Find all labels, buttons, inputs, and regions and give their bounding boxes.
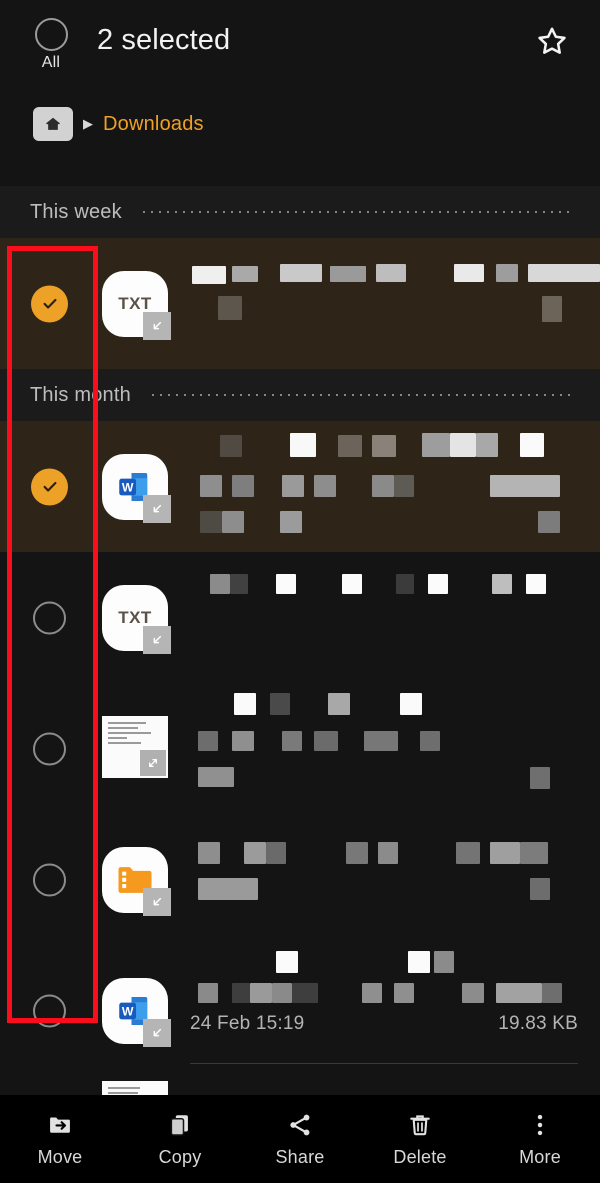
row-content-redacted bbox=[190, 421, 578, 552]
delete-label: Delete bbox=[393, 1147, 447, 1167]
section-dotted-rule bbox=[139, 211, 570, 213]
section-header-this-week: This week bbox=[0, 186, 600, 238]
circle-unchecked-icon[interactable] bbox=[34, 18, 68, 51]
download-arrow-icon bbox=[153, 321, 162, 329]
download-badge-icon bbox=[143, 625, 171, 654]
table-row[interactable]: W bbox=[0, 421, 600, 552]
home-folder-icon[interactable] bbox=[33, 107, 73, 141]
section-label: This week bbox=[30, 200, 122, 223]
row-content-redacted bbox=[190, 238, 600, 369]
share-icon bbox=[286, 1110, 314, 1140]
move-button[interactable]: Move bbox=[0, 1095, 120, 1183]
file-type-label: TXT bbox=[118, 607, 152, 627]
check-glyph-icon bbox=[43, 481, 57, 492]
row-checkbox[interactable] bbox=[31, 285, 68, 322]
row-content-redacted bbox=[190, 683, 578, 814]
copy-icon bbox=[166, 1110, 194, 1140]
move-to-folder-icon bbox=[46, 1110, 74, 1140]
row-checkbox[interactable] bbox=[31, 599, 68, 636]
download-arrow-icon bbox=[153, 897, 162, 905]
action-toolbar: Move Copy Share Delete More bbox=[0, 1095, 600, 1183]
download-arrow-icon bbox=[153, 1028, 162, 1036]
download-badge-icon bbox=[143, 311, 171, 340]
favorite-button[interactable] bbox=[530, 20, 574, 64]
row-checkbox[interactable] bbox=[31, 992, 68, 1029]
download-badge-icon bbox=[143, 1018, 171, 1047]
section-dotted-rule bbox=[148, 394, 570, 396]
expand-badge-icon bbox=[140, 749, 166, 776]
checkbox-checked-icon bbox=[31, 285, 68, 322]
breadcrumb: ▶ Downloads bbox=[0, 96, 600, 152]
word-file-icon: W bbox=[102, 453, 171, 523]
checkbox-checked-icon bbox=[31, 468, 68, 505]
row-content-redacted bbox=[190, 552, 578, 683]
checkbox-unchecked-icon bbox=[33, 994, 66, 1027]
select-all-label: All bbox=[41, 54, 61, 71]
delete-button[interactable]: Delete bbox=[360, 1095, 480, 1183]
row-size: 19.83 KB bbox=[498, 1013, 578, 1034]
expand-arrows-icon bbox=[149, 758, 157, 767]
home-glyph-icon bbox=[46, 117, 60, 130]
copy-button[interactable]: Copy bbox=[120, 1095, 240, 1183]
table-row[interactable] bbox=[0, 814, 600, 945]
download-badge-icon bbox=[143, 494, 171, 523]
download-badge-icon bbox=[143, 887, 171, 916]
star-outline-icon bbox=[538, 27, 566, 54]
file-manager-screen: All 2 selected ▶ Downloads This week TXT… bbox=[0, 0, 600, 1183]
table-row[interactable]: TXT bbox=[0, 238, 600, 369]
share-button[interactable]: Share bbox=[240, 1095, 360, 1183]
row-checkbox[interactable] bbox=[31, 468, 68, 505]
svg-text:W: W bbox=[122, 1004, 134, 1018]
row-checkbox[interactable] bbox=[31, 730, 68, 767]
copy-label: Copy bbox=[158, 1147, 202, 1167]
row-divider bbox=[190, 1063, 578, 1064]
download-arrow-icon bbox=[153, 635, 162, 643]
more-button[interactable]: More bbox=[480, 1095, 600, 1183]
svg-text:W: W bbox=[122, 480, 134, 494]
section-header-this-month: This month bbox=[0, 369, 600, 421]
share-label: Share bbox=[275, 1147, 325, 1167]
checkbox-unchecked-icon bbox=[33, 863, 66, 896]
section-label: This month bbox=[30, 383, 131, 406]
row-checkbox[interactable] bbox=[31, 861, 68, 898]
trash-icon bbox=[406, 1110, 434, 1140]
document-thumbnail-icon bbox=[102, 715, 168, 782]
archive-folder-icon bbox=[102, 846, 171, 916]
word-file-icon: W bbox=[102, 977, 171, 1047]
select-all-toggle[interactable]: All bbox=[30, 18, 72, 71]
table-row[interactable]: W 24 Feb 15:19 19.83 KB bbox=[0, 945, 600, 1076]
txt-file-icon: TXT bbox=[102, 584, 171, 654]
more-label: More bbox=[519, 1147, 561, 1167]
app-bar: All 2 selected bbox=[0, 0, 600, 92]
row-content-redacted bbox=[190, 814, 578, 945]
checkbox-unchecked-icon bbox=[33, 732, 66, 765]
check-glyph-icon bbox=[43, 298, 57, 309]
move-label: Move bbox=[37, 1147, 83, 1167]
table-row[interactable] bbox=[0, 683, 600, 814]
row-content: 24 Feb 15:19 19.83 KB bbox=[190, 945, 578, 1076]
checkbox-unchecked-icon bbox=[33, 601, 66, 634]
breadcrumb-separator-icon: ▶ bbox=[83, 116, 93, 131]
file-type-label: TXT bbox=[118, 293, 152, 313]
page-title: 2 selected bbox=[97, 24, 231, 56]
table-row[interactable]: TXT bbox=[0, 552, 600, 683]
overflow-menu-icon bbox=[526, 1110, 554, 1140]
breadcrumb-current-folder[interactable]: Downloads bbox=[103, 113, 204, 136]
txt-file-icon: TXT bbox=[102, 270, 171, 340]
download-arrow-icon bbox=[153, 504, 162, 512]
row-date: 24 Feb 15:19 bbox=[190, 1013, 305, 1034]
